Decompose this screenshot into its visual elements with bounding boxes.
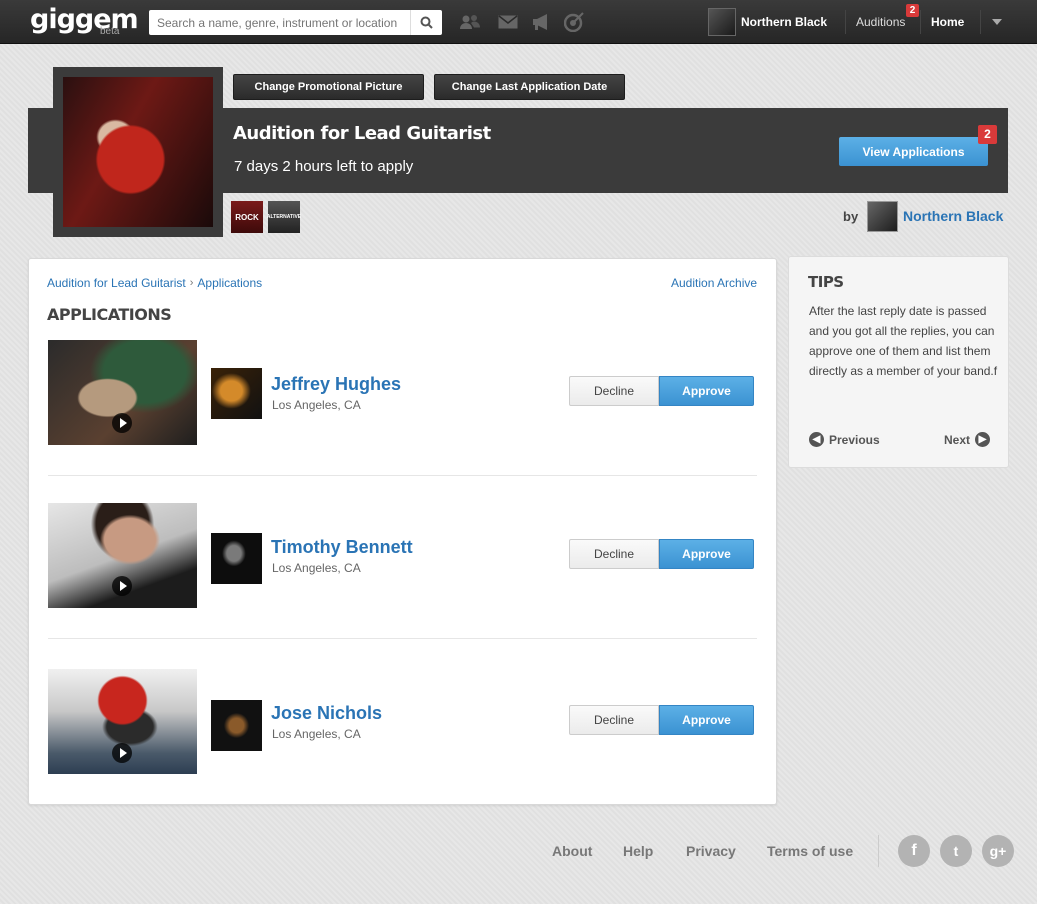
band-avatar[interactable]: [867, 201, 898, 232]
auditions-badge: 2: [906, 4, 919, 17]
genre-tag-alternative[interactable]: ALTERNATIVE: [267, 201, 301, 233]
band-name-link[interactable]: Northern Black: [903, 208, 1003, 224]
people-icon[interactable]: [459, 11, 481, 33]
megaphone-icon[interactable]: [530, 11, 552, 33]
google-plus-icon[interactable]: g+: [982, 835, 1014, 867]
change-promo-picture-button[interactable]: Change Promotional Picture: [233, 74, 424, 100]
tips-previous[interactable]: ◀ Previous: [809, 432, 880, 447]
user-menu[interactable]: Northern Black: [708, 8, 827, 36]
footer-terms-link[interactable]: Terms of use: [767, 843, 853, 859]
footer-divider: [878, 835, 879, 867]
footer-about-link[interactable]: About: [552, 843, 592, 859]
auditions-link[interactable]: Auditions: [856, 15, 905, 29]
genre-tag-rock[interactable]: ROCK: [231, 201, 263, 233]
approve-button[interactable]: Approve: [659, 705, 754, 735]
search-icon: [420, 16, 433, 29]
nav-divider: [920, 10, 921, 34]
search-input[interactable]: [149, 10, 409, 35]
nav-divider: [980, 10, 981, 34]
search-button[interactable]: [410, 10, 442, 35]
play-icon[interactable]: [112, 576, 132, 596]
previous-label: Previous: [829, 432, 880, 447]
play-icon[interactable]: [112, 413, 132, 433]
change-last-date-button[interactable]: Change Last Application Date: [434, 74, 625, 100]
play-icon[interactable]: [112, 743, 132, 763]
applicant-avatar[interactable]: [211, 368, 262, 419]
facebook-icon[interactable]: f: [898, 835, 930, 867]
home-link[interactable]: Home: [931, 15, 964, 29]
applicant-location: Los Angeles, CA: [272, 398, 361, 412]
tips-title: TIPS: [808, 273, 844, 291]
chevron-down-icon[interactable]: [992, 19, 1002, 25]
target-icon[interactable]: [564, 11, 586, 33]
beta-label: beta: [100, 26, 120, 37]
applicant-location: Los Angeles, CA: [272, 561, 361, 575]
breadcrumb: Audition for Lead Guitarist › Applicatio…: [47, 276, 262, 290]
twitter-icon[interactable]: t: [940, 835, 972, 867]
row-divider: [48, 475, 757, 476]
mail-icon[interactable]: [497, 11, 519, 33]
search-box: [149, 10, 442, 35]
next-label: Next: [944, 432, 971, 447]
chevron-right-icon: ›: [189, 277, 194, 289]
applicant-avatar[interactable]: [211, 533, 262, 584]
top-navigation-bar: giggem beta Northern Black Auditions 2 H…: [0, 0, 1037, 44]
arrow-right-icon: ▶: [975, 432, 991, 447]
promo-picture: [63, 77, 213, 227]
audition-title: Audition for Lead Guitarist: [233, 123, 491, 144]
tips-next[interactable]: Next ▶: [944, 432, 991, 447]
footer-privacy-link[interactable]: Privacy: [686, 843, 736, 859]
user-name: Northern Black: [741, 15, 828, 29]
footer-help-link[interactable]: Help: [623, 843, 653, 859]
applicant-name[interactable]: Jose Nichols: [271, 703, 382, 724]
arrow-left-icon: ◀: [809, 432, 824, 447]
decline-button[interactable]: Decline: [569, 705, 659, 735]
applicant-name[interactable]: Jeffrey Hughes: [271, 374, 401, 395]
decline-button[interactable]: Decline: [569, 539, 659, 569]
breadcrumb-audition[interactable]: Audition for Lead Guitarist: [47, 276, 186, 290]
by-label: by: [843, 209, 859, 224]
applicant-location: Los Angeles, CA: [272, 727, 361, 741]
time-left: 7 days 2 hours left to apply: [234, 158, 414, 175]
view-applications-button[interactable]: View Applications: [839, 137, 988, 166]
applicant-avatar[interactable]: [211, 700, 262, 751]
tips-body: After the last reply date is passed and …: [809, 304, 998, 378]
approve-button[interactable]: Approve: [659, 539, 754, 569]
row-divider: [48, 638, 757, 639]
applications-badge: 2: [978, 125, 997, 144]
giggem-logo[interactable]: giggem: [30, 4, 139, 35]
applicant-name[interactable]: Timothy Bennett: [271, 537, 413, 558]
user-avatar: [708, 8, 736, 36]
section-title: APPLICATIONS: [47, 305, 172, 324]
audition-archive-link[interactable]: Audition Archive: [671, 276, 757, 290]
nav-divider: [845, 10, 846, 34]
approve-button[interactable]: Approve: [659, 376, 754, 406]
decline-button[interactable]: Decline: [569, 376, 659, 406]
breadcrumb-applications[interactable]: Applications: [197, 276, 262, 290]
